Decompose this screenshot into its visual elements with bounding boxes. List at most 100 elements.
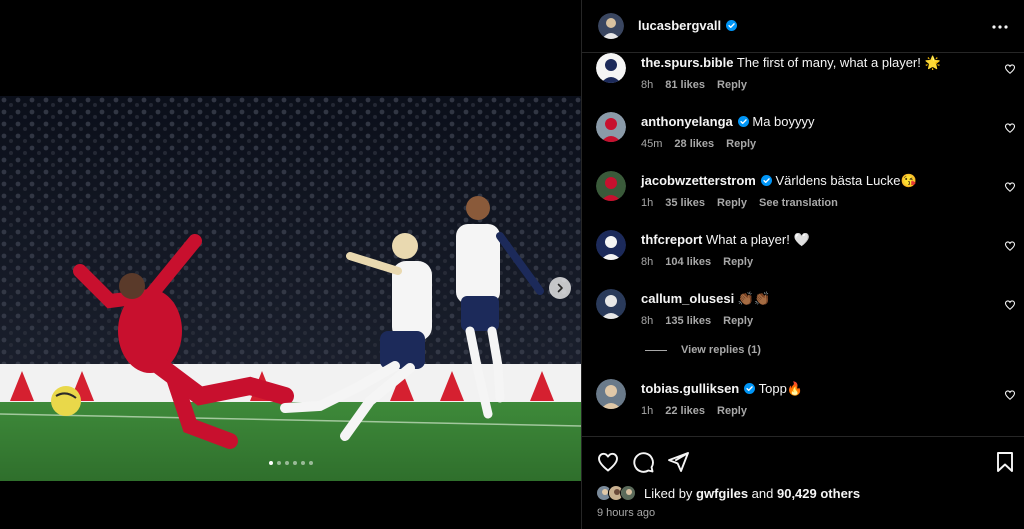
carousel-dot — [308, 461, 313, 465]
carousel-dot — [284, 461, 289, 465]
replies-divider — [645, 349, 667, 351]
comment-time[interactable]: 1h — [641, 405, 653, 417]
carousel-dot — [268, 461, 273, 465]
comment-username[interactable]: callum_olusesi — [641, 291, 734, 306]
comment-text: thfcreport What a player! 🤍 — [641, 232, 985, 248]
comment-avatar[interactable] — [596, 171, 626, 201]
comment-likes[interactable]: 28 likes — [674, 138, 714, 150]
comment-likes[interactable]: 104 likes — [665, 256, 711, 268]
bookmark-icon — [997, 452, 1013, 472]
comment-time[interactable]: 45m — [641, 138, 662, 150]
post-media — [0, 0, 581, 529]
verified-badge-icon — [744, 383, 756, 394]
reply-button[interactable]: Reply — [723, 315, 753, 327]
comment-like-heart-icon[interactable] — [1004, 240, 1016, 252]
verified-badge-icon — [760, 175, 772, 186]
comment-time[interactable]: 8h — [641, 79, 653, 91]
more-options-button[interactable] — [992, 16, 1008, 34]
comment-avatar[interactable] — [596, 289, 626, 319]
comment-icon — [633, 452, 654, 473]
verified-badge-icon — [726, 20, 738, 31]
comment-username[interactable]: jacobwzetterstrom — [641, 173, 756, 188]
comment-body: Ma boyyyy — [752, 114, 815, 129]
owner-avatar[interactable] — [598, 13, 624, 39]
comment-avatar[interactable] — [596, 112, 626, 142]
comment-like-heart-icon[interactable] — [1004, 63, 1016, 75]
comment-username[interactable]: the.spurs.bible — [641, 55, 733, 70]
comment-time[interactable]: 8h — [641, 315, 653, 327]
comment-body: Världens bästa Lucke😘 — [775, 173, 917, 188]
comment-item: callum_olusesi 👏🏾👏🏾 8h 135 likes Reply — [582, 289, 1024, 344]
comments-list[interactable]: the.spurs.bible The first of many, what … — [582, 53, 1024, 436]
comment-like-heart-icon[interactable] — [1004, 299, 1016, 311]
comment-text: jacobwzetterstrom Världens bästa Lucke😘 — [641, 173, 985, 189]
comment-meta: 45m 28 likes Reply — [641, 138, 756, 150]
comment-item: anthonyelanga Ma boyyyy 45m 28 likes Reply — [582, 112, 1024, 167]
carousel-dot — [292, 461, 297, 465]
comment-text: anthonyelanga Ma boyyyy — [641, 114, 985, 130]
paper-plane-icon — [668, 452, 689, 472]
comment-meta: 8h 81 likes Reply — [641, 79, 747, 91]
comment-text: the.spurs.bible The first of many, what … — [641, 55, 985, 71]
reply-button[interactable]: Reply — [723, 256, 753, 268]
post-header: lucasbergvall — [582, 0, 1024, 53]
comment-time[interactable]: 8h — [641, 256, 653, 268]
likes-summary[interactable]: Liked by gwfgiles and 90,429 others — [596, 485, 860, 501]
view-replies-button[interactable]: View replies (1) — [645, 344, 761, 356]
comment-text: callum_olusesi 👏🏾👏🏾 — [641, 291, 985, 307]
reply-button[interactable]: Reply — [717, 405, 747, 417]
comment-username[interactable]: anthonyelanga — [641, 114, 733, 129]
verified-badge-icon — [737, 116, 749, 127]
carousel-dot — [276, 461, 281, 465]
comment-likes[interactable]: 81 likes — [665, 79, 705, 91]
likes-count[interactable]: 90,429 others — [777, 486, 860, 501]
comment-username[interactable]: thfcreport — [641, 232, 702, 247]
owner-username[interactable]: lucasbergvall — [638, 17, 738, 35]
see-translation-button[interactable]: See translation — [759, 197, 838, 209]
comment-body: What a player! 🤍 — [706, 232, 810, 247]
post-timestamp[interactable]: 9 hours ago — [597, 507, 655, 519]
share-button[interactable] — [666, 450, 690, 474]
comment-meta: 1h 35 likes Reply See translation — [641, 197, 838, 209]
comment-item: thfcreport What a player! 🤍 8h 104 likes Re… — [582, 230, 1024, 285]
comment-likes[interactable]: 22 likes — [665, 405, 705, 417]
comment-item: the.spurs.bible The first of many, what … — [582, 53, 1024, 108]
comment-avatar[interactable] — [596, 53, 626, 83]
comment-like-heart-icon[interactable] — [1004, 122, 1016, 134]
post-side-panel: lucasbergvall the.spurs.bible The first … — [581, 0, 1024, 529]
view-replies-label: View replies (1) — [681, 344, 761, 356]
heart-icon — [598, 452, 618, 472]
liker-username[interactable]: gwfgiles — [696, 486, 748, 501]
reply-button[interactable]: Reply — [726, 138, 756, 150]
comment-like-heart-icon[interactable] — [1004, 389, 1016, 401]
carousel-next-button[interactable] — [549, 277, 571, 299]
comment-likes[interactable]: 135 likes — [665, 315, 711, 327]
comment-meta: 1h 22 likes Reply — [641, 405, 747, 417]
comment-item: tobias.gulliksen Topp🔥 1h 22 likes Reply — [582, 379, 1024, 434]
comment-text: tobias.gulliksen Topp🔥 — [641, 381, 985, 397]
liker-avatar — [620, 485, 636, 501]
comment-item: jacobwzetterstrom Världens bästa Lucke😘 1… — [582, 171, 1024, 226]
comment-meta: 8h 104 likes Reply — [641, 256, 753, 268]
comment-meta: 8h 135 likes Reply — [641, 315, 753, 327]
more-icon — [992, 25, 1008, 29]
reply-button[interactable]: Reply — [717, 79, 747, 91]
reply-button[interactable]: Reply — [717, 197, 747, 209]
comment-time[interactable]: 1h — [641, 197, 653, 209]
comment-likes[interactable]: 35 likes — [665, 197, 705, 209]
comment-username[interactable]: tobias.gulliksen — [641, 381, 739, 396]
comment-avatar[interactable] — [596, 379, 626, 409]
like-button[interactable] — [596, 450, 620, 474]
comment-body: The first of many, what a player! 🌟 — [736, 55, 941, 70]
comment-button[interactable] — [631, 450, 655, 474]
comment-body: 👏🏾👏🏾 — [737, 291, 771, 306]
carousel-dots — [0, 461, 581, 465]
chevron-right-icon — [557, 283, 563, 293]
post-photo[interactable] — [0, 96, 581, 481]
carousel-dot — [300, 461, 305, 465]
likes-text: Liked by gwfgiles and 90,429 others — [644, 485, 861, 501]
comment-like-heart-icon[interactable] — [1004, 181, 1016, 193]
comment-avatar[interactable] — [596, 230, 626, 260]
save-button[interactable] — [993, 450, 1017, 474]
comment-body: Topp🔥 — [758, 381, 804, 396]
